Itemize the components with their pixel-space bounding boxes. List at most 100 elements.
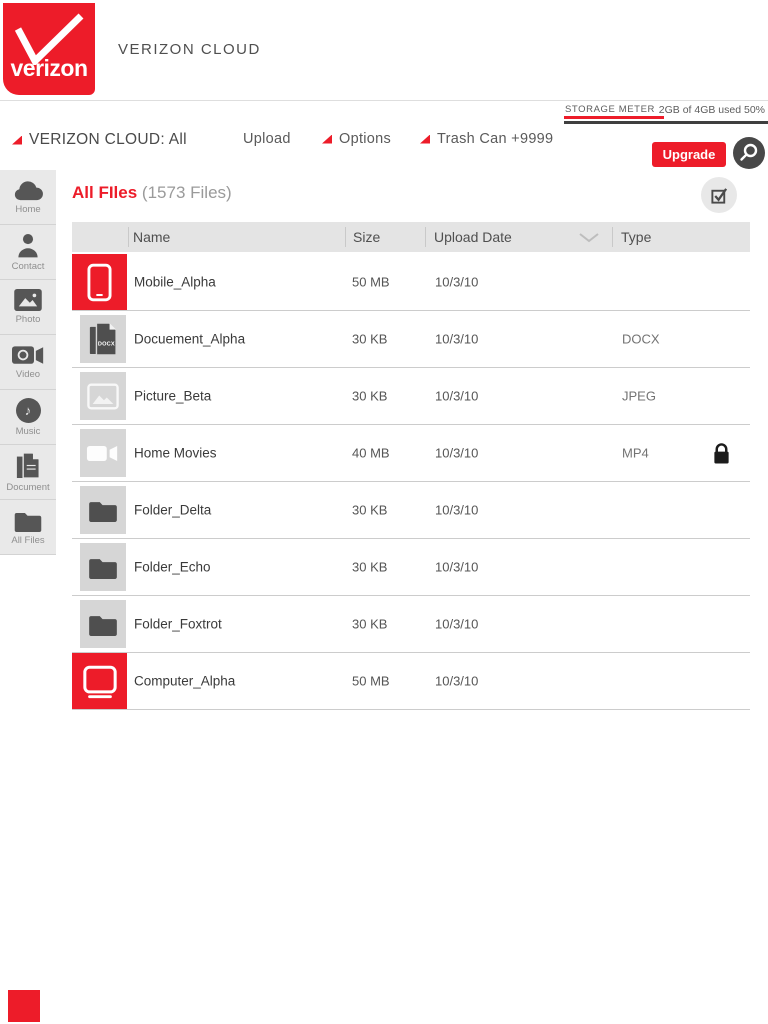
file-type: DOCX	[622, 332, 660, 347]
sidebar: Home Contact Photo Video ♪ Music	[0, 170, 56, 555]
file-size: 30 KB	[352, 389, 387, 404]
svg-text:DOCX: DOCX	[98, 342, 115, 348]
file-name: Computer_Alpha	[134, 674, 235, 689]
file-count: (1573 Files)	[142, 183, 232, 202]
sidebar-item-document[interactable]: Document	[0, 445, 56, 500]
table-row[interactable]: Folder_Foxtrot 30 KB 10/3/10	[72, 596, 750, 653]
search-button[interactable]	[733, 137, 765, 169]
storage-bar-used	[564, 116, 664, 119]
folder-tile	[80, 600, 126, 648]
folder-tile	[80, 486, 126, 534]
file-date: 10/3/10	[435, 389, 478, 404]
nav-trash-label: Trash Can +9999	[437, 131, 553, 147]
file-tile	[80, 372, 126, 420]
red-square-mark	[8, 990, 40, 1022]
file-tile: DOCX	[80, 315, 126, 363]
column-divider	[612, 227, 613, 247]
storage-bar-total	[564, 121, 768, 124]
nav-options-menu[interactable]: Options	[322, 131, 391, 147]
table-row[interactable]: Picture_Beta 30 KB 10/3/10 JPEG	[72, 368, 750, 425]
table-row[interactable]: Folder_Delta 30 KB 10/3/10	[72, 482, 750, 539]
file-size: 30 KB	[352, 617, 387, 632]
sidebar-label: Contact	[12, 261, 45, 272]
table-row[interactable]: Home Movies 40 MB 10/3/10 MP4	[72, 425, 750, 482]
nav-trash-menu[interactable]: Trash Can +9999	[420, 131, 553, 147]
nav-upload-button[interactable]: Upload	[243, 131, 291, 147]
file-size: 50 MB	[352, 674, 390, 689]
table-row[interactable]: Computer_Alpha 50 MB 10/3/10	[72, 653, 750, 710]
table-row[interactable]: Mobile_Alpha 50 MB 10/3/10	[72, 254, 750, 311]
column-header-upload-date[interactable]: Upload Date	[434, 229, 512, 245]
smartphone-icon	[87, 263, 112, 302]
sidebar-item-home[interactable]: Home	[0, 170, 56, 225]
folder-icon	[87, 498, 119, 522]
page-title: All FIles (1573 Files)	[72, 183, 232, 203]
device-tile	[72, 653, 127, 709]
file-size: 30 KB	[352, 503, 387, 518]
table-header: Name Size Upload Date Type	[72, 222, 750, 252]
page-title-text: All FIles	[72, 183, 137, 202]
video-camera-icon	[12, 345, 45, 366]
column-header-type[interactable]: Type	[621, 229, 651, 245]
file-name: Folder_Foxtrot	[134, 617, 222, 632]
docx-file-icon: DOCX	[88, 321, 118, 357]
checkbox-check-icon	[710, 186, 729, 205]
photo-icon	[14, 289, 42, 311]
cloud-icon	[12, 180, 44, 201]
file-name: Docuement_Alpha	[134, 332, 245, 347]
file-size: 40 MB	[352, 446, 390, 461]
file-date: 10/3/10	[435, 446, 478, 461]
nav-context-label: VERIZON CLOUD: All	[29, 131, 187, 149]
file-size: 30 KB	[352, 560, 387, 575]
file-tile	[80, 429, 126, 477]
table-row[interactable]: DOCX Docuement_Alpha 30 KB 10/3/10 DOCX	[72, 311, 750, 368]
sidebar-label: Photo	[16, 314, 41, 325]
file-date: 10/3/10	[435, 617, 478, 632]
folder-icon	[87, 612, 119, 636]
file-date: 10/3/10	[435, 332, 478, 347]
sidebar-item-contact[interactable]: Contact	[0, 225, 56, 280]
file-size: 50 MB	[352, 275, 390, 290]
sidebar-item-photo[interactable]: Photo	[0, 280, 56, 335]
folder-tile	[80, 543, 126, 591]
file-name: Home Movies	[134, 446, 217, 461]
verizon-logo[interactable]: verizon	[3, 3, 95, 95]
picture-icon	[87, 383, 119, 410]
column-header-name[interactable]: Name	[133, 229, 170, 245]
computer-icon	[82, 664, 118, 699]
column-header-size[interactable]: Size	[353, 229, 380, 245]
person-icon	[17, 233, 39, 258]
sidebar-item-all-files[interactable]: All Files	[0, 500, 56, 555]
file-name: Mobile_Alpha	[134, 275, 216, 290]
sidebar-item-music[interactable]: ♪ Music	[0, 390, 56, 445]
select-all-button[interactable]	[701, 177, 737, 213]
file-date: 10/3/10	[435, 503, 478, 518]
sidebar-label: Home	[15, 204, 40, 215]
red-triangle-icon	[322, 135, 332, 144]
document-icon	[16, 452, 41, 479]
folder-icon	[12, 509, 44, 532]
file-size: 30 KB	[352, 332, 387, 347]
sidebar-label: All Files	[11, 535, 44, 546]
lock-icon	[712, 442, 731, 465]
file-type: JPEG	[622, 389, 656, 404]
nav-context-menu[interactable]: VERIZON CLOUD: All	[12, 131, 187, 149]
table-row[interactable]: Folder_Echo 30 KB 10/3/10	[72, 539, 750, 596]
file-name: Folder_Echo	[134, 560, 211, 575]
file-name: Folder_Delta	[134, 503, 211, 518]
folder-icon	[87, 555, 119, 579]
column-divider	[345, 227, 346, 247]
file-type: MP4	[622, 446, 649, 461]
music-note-icon: ♪	[16, 398, 41, 423]
header-divider	[0, 100, 768, 101]
nav-options-label: Options	[339, 131, 391, 147]
sidebar-label: Music	[16, 426, 41, 437]
red-triangle-icon	[420, 135, 430, 144]
sidebar-item-video[interactable]: Video	[0, 335, 56, 390]
device-tile	[72, 254, 127, 310]
sidebar-label: Video	[16, 369, 40, 380]
chevron-down-icon[interactable]	[578, 232, 600, 243]
main-content: All FIles (1573 Files) Name Size Upload …	[72, 170, 750, 710]
upgrade-button[interactable]: Upgrade	[652, 142, 726, 167]
search-icon	[737, 141, 761, 165]
